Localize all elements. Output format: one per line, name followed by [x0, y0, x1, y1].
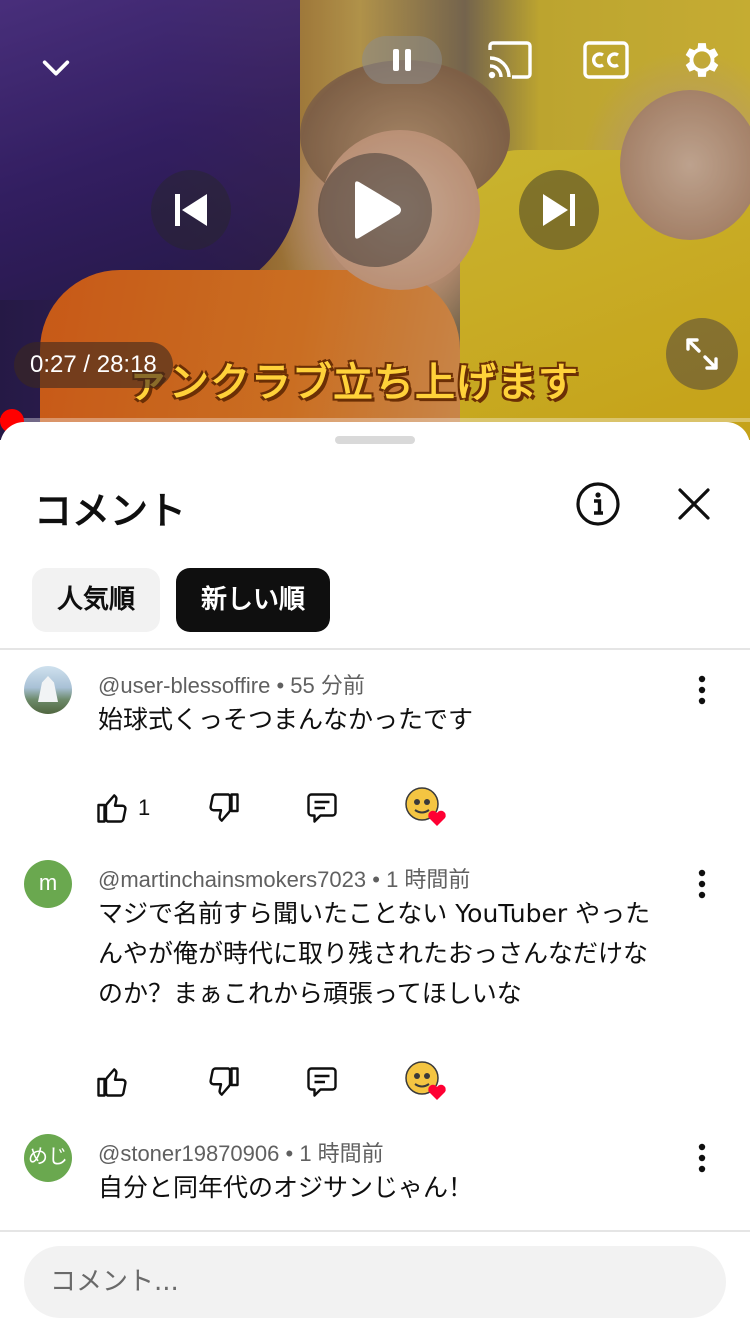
comment-text: 始球式くっそつまんなかったです	[98, 700, 688, 740]
info-icon	[576, 482, 620, 526]
reply-comment-icon	[307, 1067, 337, 1097]
meta-separator: •	[276, 673, 291, 698]
more-vertical-icon	[698, 675, 706, 705]
comment-author[interactable]: @user-blessoffire	[98, 673, 270, 698]
captions-button[interactable]	[580, 38, 632, 82]
meta-separator: •	[372, 867, 387, 892]
thumbs-down-icon	[209, 793, 239, 822]
reply-button[interactable]	[304, 786, 340, 830]
skip-next-icon	[543, 194, 575, 226]
next-video-button[interactable]	[519, 170, 599, 250]
comment-text-line: マジで名前すら聞いたことない YouTuber やった	[98, 899, 651, 928]
play-button[interactable]	[318, 153, 432, 267]
previous-video-button[interactable]	[151, 170, 231, 250]
pause-button[interactable]	[362, 36, 442, 84]
close-icon	[678, 488, 710, 520]
like-button[interactable]: 1	[94, 786, 150, 830]
comment-text-line: んやが俺が時代に取り残されたおっさんなだけな	[98, 939, 649, 968]
comment-time: 1 時間前	[386, 867, 471, 892]
fullscreen-icon	[686, 338, 718, 370]
comments-sheet: コメント 人気順 新しい順 @user-blessoffire • 55 分前 …	[0, 422, 750, 1334]
creator-avatar-heart-icon	[405, 1061, 446, 1100]
avatar[interactable]: めじ	[24, 1134, 72, 1182]
comment-input[interactable]	[24, 1246, 726, 1318]
comment-time: 55 分前	[290, 673, 365, 698]
cast-button[interactable]	[484, 38, 536, 82]
skip-previous-icon	[175, 194, 207, 226]
creator-avatar-heart-icon	[405, 787, 446, 826]
thumbs-up-icon	[97, 1068, 127, 1097]
more-vertical-icon	[698, 869, 706, 899]
play-icon	[355, 181, 401, 239]
comment-text: マジで名前すら聞いたことない YouTuber やった んやが俺が時代に取り残さ…	[98, 894, 688, 1014]
divider	[0, 648, 750, 650]
reply-button[interactable]	[304, 1060, 340, 1104]
comment-actions: 1	[94, 786, 494, 830]
creator-heart-badge	[404, 786, 448, 830]
comment-meta: @stoner19870906 • 1 時間前	[98, 1136, 384, 1168]
video-player[interactable]: ァンクラブ立ち上げます 0:27 / 28:18	[0, 0, 750, 440]
info-button[interactable]	[574, 480, 622, 528]
close-button[interactable]	[670, 480, 718, 528]
like-count: 1	[138, 795, 151, 820]
sort-chip-newest[interactable]: 新しい順	[176, 568, 330, 632]
comments-title: コメント	[34, 489, 187, 533]
comment-input-bar	[0, 1230, 750, 1334]
chevron-down-icon	[42, 60, 70, 76]
comment-menu-button[interactable]	[688, 670, 716, 710]
settings-button[interactable]	[676, 34, 728, 86]
cc-icon	[583, 41, 629, 79]
collapse-button[interactable]	[32, 44, 80, 92]
meta-separator: •	[285, 1141, 300, 1166]
thumbs-up-icon	[97, 794, 127, 823]
comment-time: 1 時間前	[299, 1141, 384, 1166]
dislike-button[interactable]	[206, 786, 242, 830]
comment-menu-button[interactable]	[688, 1138, 716, 1178]
avatar[interactable]	[24, 666, 72, 714]
cast-icon	[488, 41, 532, 79]
video-time: 0:27 / 28:18	[14, 342, 173, 388]
comment-menu-button[interactable]	[688, 864, 716, 904]
fullscreen-button[interactable]	[666, 318, 738, 390]
avatar[interactable]: m	[24, 860, 72, 908]
comment-meta: @user-blessoffire • 55 分前	[98, 668, 365, 700]
more-vertical-icon	[698, 1143, 706, 1173]
comment-text-line: のか？まぁこれから頑張ってほしいな	[98, 979, 522, 1008]
comment-author[interactable]: @stoner19870906	[98, 1141, 279, 1166]
comment-text-line: 自分と同年代のオジサンじゃん！	[98, 1173, 474, 1202]
comment-author[interactable]: @martinchainsmokers7023	[98, 867, 366, 892]
comment-actions	[94, 1060, 494, 1104]
video-burned-caption: ァンクラブ立ち上げます	[128, 360, 579, 406]
drag-handle[interactable]	[335, 436, 415, 444]
gear-icon	[685, 43, 719, 77]
thumbs-down-icon	[209, 1067, 239, 1096]
comment-text: 自分と同年代のオジサンじゃん！	[98, 1168, 688, 1208]
like-button[interactable]	[94, 1060, 138, 1104]
reply-comment-icon	[307, 793, 337, 823]
comment-meta: @martinchainsmokers7023 • 1 時間前	[98, 862, 470, 894]
sort-chip-popular[interactable]: 人気順	[32, 568, 160, 632]
comment-text-line: 始球式くっそつまんなかったです	[98, 705, 474, 734]
pause-icon	[393, 49, 411, 71]
creator-heart-badge	[404, 1060, 448, 1104]
dislike-button[interactable]	[206, 1060, 242, 1104]
